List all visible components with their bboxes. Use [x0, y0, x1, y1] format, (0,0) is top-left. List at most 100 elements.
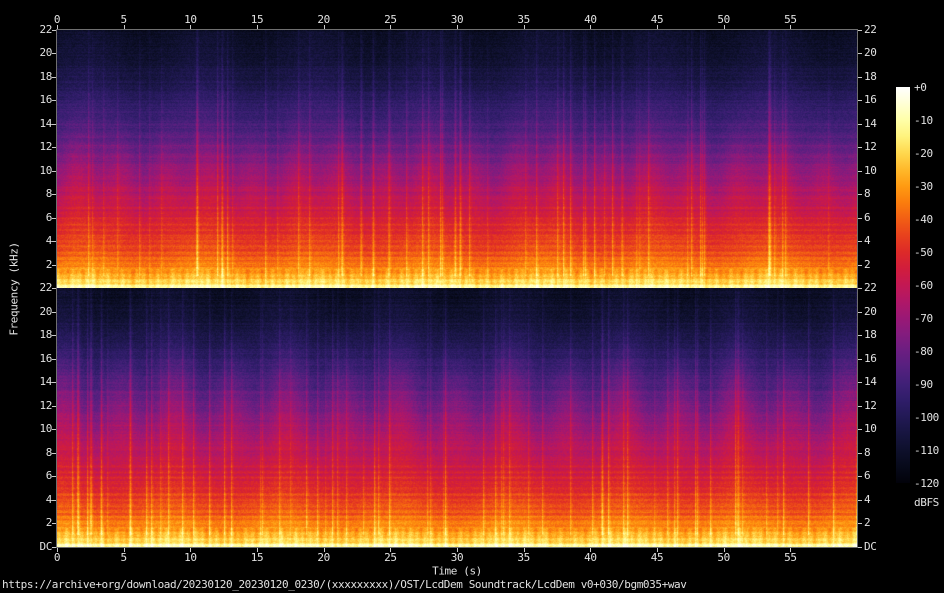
freq-tick-mark-left	[52, 547, 56, 548]
x-tick-mark-top	[190, 25, 192, 29]
colorbar-tick-label: -60	[914, 279, 933, 292]
freq-tick-mark-right	[858, 476, 862, 478]
freq-tick-mark-left	[52, 53, 56, 55]
freq-tick-label-right: 4	[864, 234, 871, 248]
freq-tick-label-right: 16	[864, 93, 877, 107]
freq-tick-mark-right	[858, 30, 862, 31]
x-tick-label-bottom: 40	[584, 551, 597, 564]
freq-tick-label-right: 2	[864, 516, 871, 530]
freq-tick-label-left: 2	[45, 516, 53, 530]
x-tick-label-bottom: 35	[517, 551, 530, 564]
freq-tick-label-right: 18	[864, 69, 877, 83]
freq-tick-mark-left	[52, 264, 56, 266]
freq-tick-label-right: 8	[864, 187, 871, 201]
x-tick-mark-top	[457, 25, 458, 29]
freq-tick-label-left: 22	[39, 281, 53, 294]
freq-tick-mark-left	[52, 147, 56, 149]
freq-tick-label-right: 10	[864, 422, 877, 436]
freq-tick-mark-right	[858, 358, 862, 360]
freq-tick-label-left: 6	[45, 469, 53, 483]
freq-tick-mark-right	[858, 452, 862, 454]
freq-tick-mark-left	[52, 76, 56, 78]
freq-tick-mark-right	[858, 499, 862, 501]
freq-tick-label-left: 20	[39, 46, 53, 60]
freq-tick-label-left: 8	[45, 187, 53, 201]
freq-tick-mark-right	[858, 241, 862, 243]
x-tick-mark-top	[523, 25, 525, 29]
colorbar-tick-label: -90	[914, 378, 933, 391]
freq-tick-label-right: 20	[864, 46, 877, 60]
freq-tick-label-right: 16	[864, 351, 877, 365]
freq-tick-label-left: 10	[39, 422, 53, 436]
freq-tick-mark-left	[52, 241, 56, 243]
freq-tick-mark-left	[52, 382, 56, 384]
freq-tick-label-left: 14	[39, 116, 53, 130]
freq-tick-label-left: 6	[45, 210, 53, 224]
freq-tick-mark-right	[858, 147, 862, 149]
colorbar-unit-label: dBFS	[914, 496, 939, 509]
freq-tick-mark-right	[858, 429, 862, 431]
colorbar-tick-label: -110	[914, 444, 939, 457]
freq-tick-label-right: 22	[864, 281, 877, 294]
x-tick-label-bottom: 45	[650, 551, 664, 564]
freq-tick-label-right: 18	[864, 328, 877, 342]
freq-tick-label-right: 4	[864, 492, 871, 506]
freq-tick-label-left: 14	[39, 375, 53, 389]
freq-tick-mark-left	[52, 499, 56, 501]
freq-tick-label-left: 18	[39, 69, 53, 83]
freq-tick-label-right: 6	[864, 210, 871, 224]
freq-tick-label-right: 20	[864, 304, 877, 318]
freq-tick-mark-right	[858, 123, 862, 125]
spectrogram-channel-1	[57, 30, 857, 288]
source-url: https://archive+org/download/20230120_20…	[2, 578, 687, 591]
freq-tick-mark-left	[52, 194, 56, 196]
x-tick-label-bottom: 10	[184, 551, 197, 564]
freq-tick-mark-right	[858, 217, 862, 219]
x-tick-mark-top	[323, 25, 325, 29]
x-axis-title: Time (s)	[432, 564, 482, 578]
freq-tick-label-right: 14	[864, 375, 877, 389]
freq-tick-mark-right	[858, 405, 862, 407]
freq-tick-label-left: 12	[39, 140, 53, 154]
freq-tick-mark-left	[52, 523, 56, 525]
freq-tick-mark-right	[858, 100, 862, 102]
freq-tick-mark-right	[858, 311, 862, 313]
x-tick-mark-top	[657, 25, 658, 29]
freq-tick-label-right: 8	[864, 445, 871, 459]
freq-tick-mark-left	[52, 170, 56, 172]
colorbar-tick-label: -40	[914, 213, 933, 226]
freq-tick-mark-left	[52, 217, 56, 219]
freq-tick-mark-right	[858, 335, 862, 337]
colorbar-tick-label: -10	[914, 114, 933, 127]
freq-tick-mark-right	[858, 264, 862, 266]
freq-tick-label-left: 4	[45, 492, 53, 506]
freq-tick-label-left: DC	[39, 540, 53, 553]
freq-tick-mark-right	[858, 382, 862, 384]
colorbar-tick-label: -30	[914, 180, 933, 193]
spectrogram-channel-2	[57, 288, 857, 547]
freq-tick-mark-left	[52, 311, 56, 313]
freq-tick-label-right: 10	[864, 163, 877, 177]
freq-tick-mark-right	[858, 523, 862, 525]
spectrogram-panels	[56, 29, 858, 548]
x-tick-label-bottom: 55	[784, 551, 797, 564]
freq-tick-label-left: 12	[39, 398, 53, 412]
freq-tick-label-right: 6	[864, 469, 871, 483]
x-tick-mark-top	[723, 25, 725, 29]
freq-tick-mark-right	[858, 53, 862, 55]
freq-tick-label-left: 16	[39, 93, 53, 107]
freq-tick-mark-left	[52, 288, 56, 289]
x-tick-mark-top	[390, 25, 392, 29]
freq-tick-mark-left	[52, 335, 56, 337]
freq-tick-label-right: DC	[864, 540, 877, 553]
colorbar-scale	[896, 87, 910, 483]
colorbar-tick-label: -100	[914, 411, 939, 424]
freq-tick-label-left: 20	[39, 304, 53, 318]
freq-tick-label-left: 2	[45, 257, 53, 271]
freq-tick-label-left: 18	[39, 328, 53, 342]
x-tick-mark-top	[590, 25, 592, 29]
x-tick-label-bottom: 25	[384, 551, 397, 564]
freq-tick-mark-left	[52, 452, 56, 454]
freq-tick-label-right: 2	[864, 257, 871, 271]
colorbar-tick-label: -20	[914, 147, 933, 160]
